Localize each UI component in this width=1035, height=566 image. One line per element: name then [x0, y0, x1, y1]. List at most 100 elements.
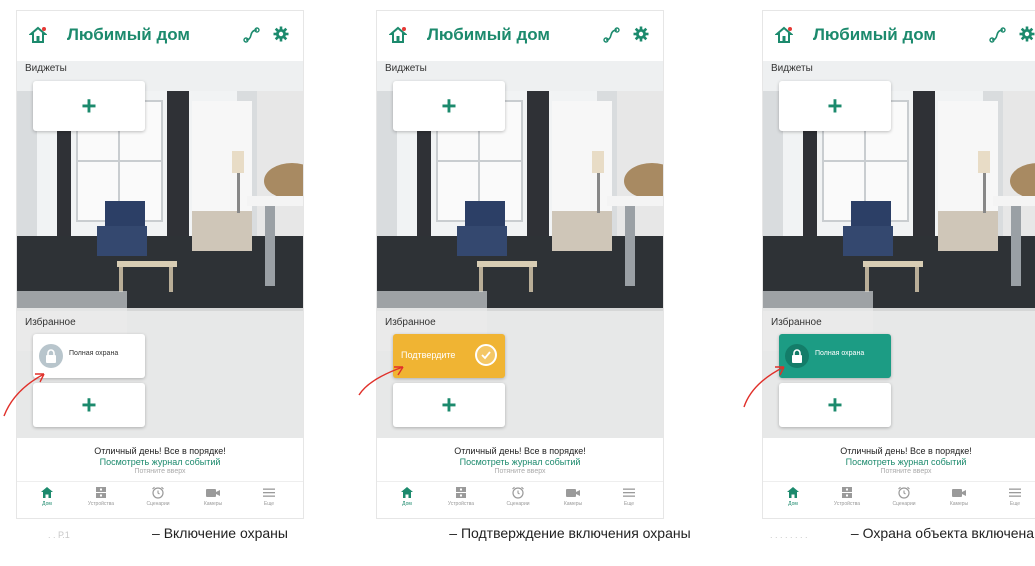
nav-item-4[interactable]: Еще — [989, 486, 1035, 507]
nav-item-3[interactable]: Камеры — [187, 486, 239, 507]
status-panel: Отличный день! Все в порядке! Посмотреть… — [763, 438, 1035, 476]
nav-label: Устройства — [447, 501, 475, 507]
phone-screen-1: Любимый дом Виджеты + Избранное Полная о… — [16, 10, 304, 519]
nav-item-2[interactable]: Сценарии — [878, 486, 930, 507]
route-icon[interactable] — [603, 26, 621, 44]
menu-icon — [603, 486, 655, 499]
nav-label: Еще — [623, 501, 635, 507]
home-icon — [21, 486, 73, 499]
alarm-clock-icon — [878, 486, 930, 499]
app-title: Любимый дом — [67, 25, 190, 44]
add-widget-button[interactable]: + — [779, 81, 891, 131]
plus-icon: + — [441, 389, 457, 420]
red-arrow-1 — [3, 373, 45, 417]
add-widget-button[interactable]: + — [393, 81, 505, 131]
app-title: Любимый дом — [813, 25, 936, 44]
caption-2: – Подтверждение включения охраны — [449, 525, 691, 541]
plus-icon: + — [81, 90, 97, 121]
nav-item-0[interactable]: Дом — [21, 486, 73, 507]
red-arrow-2 — [358, 366, 404, 396]
menu-icon — [243, 486, 295, 499]
route-icon[interactable] — [243, 26, 261, 44]
favorites-label: Избранное — [771, 317, 822, 328]
nav-item-1[interactable]: Устройства — [75, 486, 127, 507]
nav-label: Еще — [263, 501, 275, 507]
gear-icon[interactable] — [1018, 25, 1035, 43]
nav-label: Сценарии — [892, 501, 916, 507]
nav-item-0[interactable]: Дом — [767, 486, 819, 507]
fav-card-label: Полная охрана — [815, 350, 865, 357]
nav-label: Устройства — [833, 501, 861, 507]
gear-icon[interactable] — [272, 25, 290, 43]
route-icon[interactable] — [989, 26, 1007, 44]
caption-3: – Охрана объекта включена — [850, 525, 1035, 541]
red-arrow-3 — [743, 366, 785, 408]
nav-item-3[interactable]: Камеры — [933, 486, 985, 507]
status-panel: Отличный день! Все в порядке! Посмотреть… — [17, 438, 303, 476]
caption-1: – Включение охраны — [152, 525, 288, 541]
bottom-nav: Дом Устройства Сценарии Камеры Еще — [17, 481, 303, 518]
alarm-clock-icon — [132, 486, 184, 499]
check-icon[interactable] — [475, 344, 497, 366]
widgets-label: Виджеты — [25, 63, 67, 74]
devices-icon — [821, 486, 873, 499]
event-log-link[interactable]: Посмотреть журнал событий — [17, 457, 303, 467]
nav-item-2[interactable]: Сценарии — [132, 486, 184, 507]
event-log-link[interactable]: Посмотреть журнал событий — [377, 457, 663, 467]
devices-icon — [435, 486, 487, 499]
nav-label: Сценарии — [146, 501, 170, 507]
plus-icon: + — [827, 389, 843, 420]
status-message: Отличный день! Все в порядке! — [454, 446, 586, 456]
nav-label: Сценарии — [506, 501, 530, 507]
alarm-clock-icon — [492, 486, 544, 499]
home-status-icon[interactable] — [389, 26, 407, 44]
nav-item-2[interactable]: Сценарии — [492, 486, 544, 507]
camera-icon — [187, 486, 239, 499]
plus-icon: + — [81, 389, 97, 420]
bottom-nav: Дом Устройства Сценарии Камеры Еще — [377, 481, 663, 518]
plus-icon: + — [827, 90, 843, 121]
nav-label: Еще — [1009, 501, 1021, 507]
home-status-icon[interactable] — [775, 26, 793, 44]
home-icon — [767, 486, 819, 499]
nav-label: Камеры — [563, 501, 583, 507]
fav-card-label: Полная охрана — [69, 350, 119, 357]
nav-label: Устройства — [87, 501, 115, 507]
bottom-nav: Дом Устройства Сценарии Камеры Еще — [763, 481, 1035, 518]
nav-label: Дом — [788, 501, 798, 507]
add-widget-button[interactable]: + — [33, 81, 145, 131]
nav-label: Дом — [402, 501, 412, 507]
devices-icon — [75, 486, 127, 499]
widgets-label: Виджеты — [771, 63, 813, 74]
nav-item-1[interactable]: Устройства — [435, 486, 487, 507]
favorites-label: Избранное — [385, 317, 436, 328]
camera-icon — [547, 486, 599, 499]
home-status-icon[interactable] — [29, 26, 47, 44]
home-icon — [381, 486, 433, 499]
app-header: Любимый дом — [377, 11, 663, 61]
plus-icon: + — [441, 90, 457, 121]
nav-item-4[interactable]: Еще — [243, 486, 295, 507]
nav-item-0[interactable]: Дом — [381, 486, 433, 507]
status-panel: Отличный день! Все в порядке! Посмотреть… — [377, 438, 663, 476]
faded-caption-text: . . Р.1 — [48, 530, 70, 540]
nav-item-4[interactable]: Еще — [603, 486, 655, 507]
pull-up-hint: Потяните вверх — [134, 468, 186, 475]
pull-up-hint: Потяните вверх — [494, 468, 546, 475]
phone-screen-2: Любимый дом Виджеты + Избранное Подтверд… — [376, 10, 664, 519]
nav-item-3[interactable]: Камеры — [547, 486, 599, 507]
phone-screen-3: Любимый дом Виджеты + Избранное Полная о… — [762, 10, 1035, 519]
status-message: Отличный день! Все в порядке! — [840, 446, 972, 456]
status-message: Отличный день! Все в порядке! — [94, 446, 226, 456]
nav-item-1[interactable]: Устройства — [821, 486, 873, 507]
nav-label: Камеры — [203, 501, 223, 507]
camera-icon — [933, 486, 985, 499]
nav-label: Дом — [42, 501, 52, 507]
app-header: Любимый дом — [763, 11, 1035, 61]
menu-icon — [989, 486, 1035, 499]
widgets-label: Виджеты — [385, 63, 427, 74]
event-log-link[interactable]: Посмотреть журнал событий — [763, 457, 1035, 467]
gear-icon[interactable] — [632, 25, 650, 43]
app-header: Любимый дом — [17, 11, 303, 61]
favorites-label: Избранное — [25, 317, 76, 328]
